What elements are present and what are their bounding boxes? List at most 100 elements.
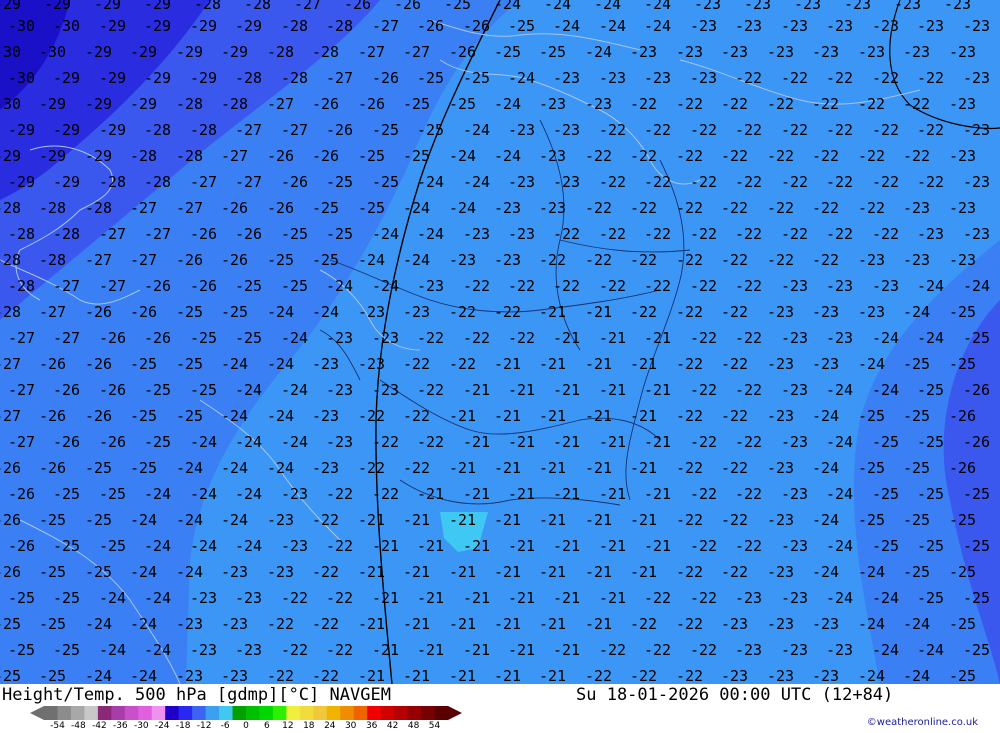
temperature-label: -23 [903, 43, 930, 61]
temperature-label: -22 [403, 355, 430, 373]
temperature-label: -25 [85, 459, 112, 477]
temperature-label: -21 [585, 615, 612, 633]
temperature-label: -24 [812, 511, 839, 529]
temperature-label: -25 [403, 95, 430, 113]
temperature-label: -25 [949, 303, 976, 321]
temperature-label: -23 [826, 641, 853, 659]
temperature-label: -23 [190, 589, 217, 607]
legend-swatch [124, 706, 139, 720]
temperature-label: -27 [144, 225, 171, 243]
temperature-label: -27 [85, 251, 112, 269]
temperature-label: -24 [417, 173, 444, 191]
temperature-label: -26 [85, 407, 112, 425]
legend-swatch [367, 706, 382, 720]
temperature-label: -23 [812, 615, 839, 633]
temperature-label: -24 [449, 147, 476, 165]
map-footer: Height/Temp. 500 hPa [gdmp][°C] NAVGEM S… [0, 684, 1000, 733]
temperature-label: -27 [8, 433, 35, 451]
temperature-label: -28 [190, 121, 217, 139]
temperature-label: -26 [190, 277, 217, 295]
temperature-label: -26 [358, 95, 385, 113]
temperature-label: -24 [903, 615, 930, 633]
temperature-label: -21 [403, 615, 430, 633]
temperature-label: -21 [358, 563, 385, 581]
temperature-label: -22 [676, 355, 703, 373]
temperature-label: -21 [599, 329, 626, 347]
temperature-label: -26 [235, 225, 262, 243]
legend-swatch [353, 706, 368, 720]
temperature-label: -22 [735, 329, 762, 347]
temperature-label: -21 [449, 615, 476, 633]
temperature-label: -22 [767, 147, 794, 165]
temperature-label: -23 [767, 43, 794, 61]
temperature-label: -21 [553, 485, 580, 503]
temperature-label: -24 [267, 355, 294, 373]
temperature-label: -22 [903, 147, 930, 165]
temperature-label: -25 [312, 199, 339, 217]
temperature-label: -25 [872, 485, 899, 503]
temperature-label: -22 [721, 563, 748, 581]
temperature-label: -22 [267, 667, 294, 684]
temperature-label: -23 [312, 355, 339, 373]
temperature-label: -23 [794, 0, 821, 13]
temperature-label: -22 [767, 95, 794, 113]
temperature-label: -23 [812, 355, 839, 373]
temperature-label: -25 [403, 147, 430, 165]
temperature-label: -23 [494, 199, 521, 217]
temperature-label: -22 [735, 225, 762, 243]
temperature-label: -23 [872, 277, 899, 295]
temperature-label: -22 [599, 225, 626, 243]
temperature-label: -22 [721, 147, 748, 165]
temperature-label: -21 [417, 537, 444, 555]
temperature-label: -29 [39, 147, 66, 165]
temperature-label: -23 [781, 641, 808, 659]
temperature-label: -22 [826, 225, 853, 243]
temperature-label: -24 [221, 459, 248, 477]
legend-tick-label: 12 [282, 721, 294, 731]
legend-tick-label: -42 [92, 721, 107, 731]
temperature-label: -21 [630, 459, 657, 477]
temperature-label: -22 [735, 121, 762, 139]
temperature-label: -23 [553, 121, 580, 139]
temperature-label: -22 [903, 95, 930, 113]
temperature-label: -25 [963, 329, 990, 347]
temperature-label: -24 [403, 199, 430, 217]
temperature-label: -25 [508, 17, 535, 35]
temperature-label: -24 [372, 277, 399, 295]
legend-tick-label: 30 [344, 721, 357, 731]
temperature-label: -24 [235, 381, 262, 399]
temperature-label: -24 [449, 199, 476, 217]
temperature-label: -21 [358, 511, 385, 529]
temperature-label: -28 [53, 225, 80, 243]
temperature-label: -24 [267, 303, 294, 321]
temperature-label: -25 [144, 433, 171, 451]
temperature-label: -24 [594, 0, 621, 13]
temperature-label: -26 [949, 459, 976, 477]
temperature-label: -26 [53, 433, 80, 451]
temperature-label: -22 [781, 225, 808, 243]
temperature-label: -25 [190, 329, 217, 347]
credit-link[interactable]: ©weatheronline.co.uk [867, 717, 978, 728]
temperature-label: -23 [767, 459, 794, 477]
temperature-label: -22 [781, 173, 808, 191]
temperature-map: -29-29-29-29-28-28-27-26-26-25-24-24-24-… [0, 0, 1000, 684]
temperature-label: -24 [508, 69, 535, 87]
temperature-label: -23 [508, 225, 535, 243]
temperature-label: -23 [858, 303, 885, 321]
temperature-label: -22 [872, 225, 899, 243]
temperature-label: -26 [39, 355, 66, 373]
temperature-label: -22 [599, 641, 626, 659]
temperature-label: -21 [585, 303, 612, 321]
temperature-label: -27 [99, 277, 126, 295]
temperature-label: -21 [494, 511, 521, 529]
temperature-label: -23 [767, 407, 794, 425]
temperature-label: -26 [949, 407, 976, 425]
legend-tick-label: 18 [303, 721, 315, 731]
legend-swatch [70, 706, 85, 720]
temperature-label: -21 [417, 641, 444, 659]
temperature-label: -25 [963, 485, 990, 503]
temperature-label: -23 [312, 459, 339, 477]
temperature-label: -26 [221, 199, 248, 217]
legend-arrow-left [30, 706, 44, 720]
temperature-label: -22 [917, 173, 944, 191]
